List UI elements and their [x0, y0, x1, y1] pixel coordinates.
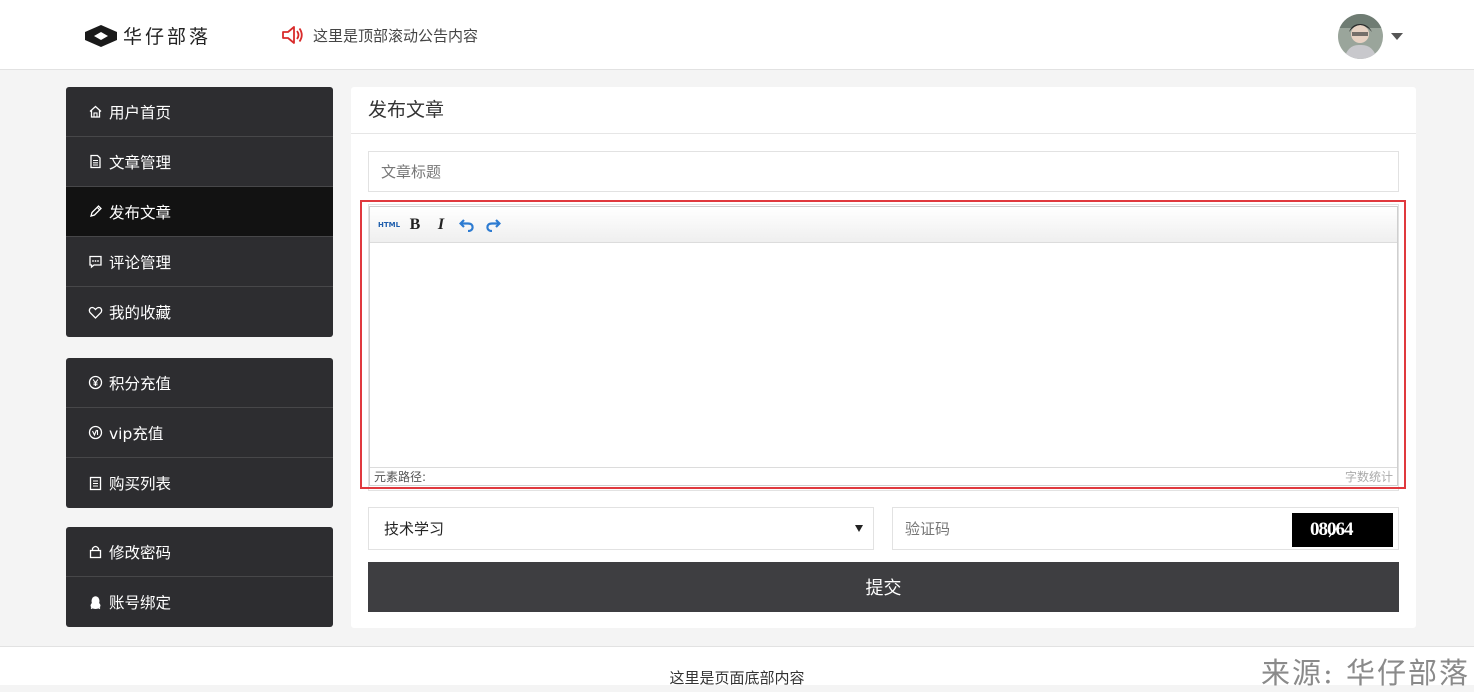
editor-status-bar: 元素路径: 字数统计 [370, 467, 1397, 485]
sidebar-item-label: 我的收藏 [109, 304, 172, 322]
sidebar-item-label: 账号绑定 [109, 594, 172, 612]
editor-toolbar: HTML B I [370, 207, 1397, 243]
qq-penguin-icon [88, 595, 103, 610]
sidebar-item-label: 评论管理 [109, 253, 172, 272]
sidebar-item-change-password[interactable]: 修改密码 [66, 527, 333, 577]
rich-text-editor: HTML B I 元素路径: 字数统计 [369, 206, 1398, 486]
sidebar-item-label: 购买列表 [109, 475, 172, 493]
italic-icon: I [437, 215, 445, 233]
lock-icon [88, 544, 103, 559]
logo-mark-icon [85, 24, 117, 47]
sidebar-group-payment: 积分充值 vip充值 购买列表 [66, 358, 333, 508]
chevron-down-icon[interactable] [1391, 33, 1403, 40]
undo-icon [459, 218, 474, 232]
sidebar-item-points-recharge[interactable]: 积分充值 [66, 358, 333, 408]
comment-icon [88, 254, 103, 269]
article-title-input[interactable] [368, 151, 1399, 192]
captcha-text: 08064 [1310, 519, 1354, 540]
list-icon [88, 476, 103, 491]
sidebar-group-account: 用户首页 文章管理 发布文章 评论管理 我的收藏 [66, 87, 333, 337]
site-logo[interactable]: 华仔部落 [84, 22, 211, 49]
publish-article-card: 发布文章 HTML B I 元素路径: 字数统计 技术学习 [351, 87, 1416, 628]
top-header: 华仔部落 这里是顶部滚动公告内容 [0, 0, 1474, 70]
speaker-icon [282, 26, 303, 44]
footer-text: 这里是页面底部内容 [669, 669, 805, 687]
sidebar-item-vip-recharge[interactable]: vip充值 [66, 408, 333, 458]
avatar[interactable] [1338, 14, 1383, 59]
italic-button[interactable]: I [428, 212, 454, 238]
source-watermark: 来源: 华仔部落 [1261, 656, 1470, 690]
sidebar-item-favorites[interactable]: 我的收藏 [66, 287, 333, 337]
sidebar-group-security: 修改密码 账号绑定 [66, 527, 333, 627]
editor-content-area[interactable] [370, 243, 1397, 467]
announcement-bar: 这里是顶部滚动公告内容 [281, 24, 478, 46]
vip-badge-icon [88, 425, 103, 440]
sidebar-item-label: 文章管理 [109, 153, 172, 172]
redo-icon [486, 218, 501, 232]
bold-icon: B [409, 215, 421, 233]
sidebar-item-label: vip充值 [109, 424, 164, 443]
home-icon [88, 104, 103, 119]
category-select[interactable]: 技术学习 [368, 507, 874, 550]
sidebar-item-label: 修改密码 [109, 543, 172, 562]
category-select-value: 技术学习 [384, 520, 445, 538]
sidebar-item-publish-article[interactable]: 发布文章 [66, 187, 333, 237]
document-icon [88, 154, 103, 169]
user-menu[interactable] [1338, 14, 1403, 59]
sidebar-item-account-binding[interactable]: 账号绑定 [66, 577, 333, 627]
sidebar-item-comment-manage[interactable]: 评论管理 [66, 237, 333, 287]
bold-button[interactable]: B [402, 212, 428, 238]
yen-coin-icon [88, 375, 103, 390]
heart-icon [88, 305, 103, 320]
undo-button[interactable] [454, 212, 480, 238]
sidebar-item-label: 发布文章 [109, 203, 172, 222]
html-source-button[interactable]: HTML [376, 212, 402, 238]
sidebar-item-user-home[interactable]: 用户首页 [66, 87, 333, 137]
dropdown-arrow-icon [855, 525, 863, 532]
announcement-text: 这里是顶部滚动公告内容 [313, 26, 479, 45]
html-icon: HTML [377, 220, 401, 229]
logo-text: 华仔部落 [123, 26, 212, 48]
page-footer: 这里是页面底部内容 [0, 646, 1474, 687]
word-count-label: 字数统计 [1344, 470, 1393, 484]
submit-button[interactable]: 提交 [368, 562, 1399, 612]
element-path-label: 元素路径: [374, 470, 427, 484]
pencil-icon [88, 204, 103, 219]
sidebar-item-label: 积分充值 [109, 374, 172, 393]
sidebar-item-label: 用户首页 [109, 103, 172, 122]
sidebar-item-purchase-list[interactable]: 购买列表 [66, 458, 333, 508]
sidebar-item-article-manage[interactable]: 文章管理 [66, 137, 333, 187]
redo-button[interactable] [480, 212, 506, 238]
captcha-image[interactable]: 08064 [1292, 513, 1393, 547]
page-title: 发布文章 [351, 87, 1416, 134]
